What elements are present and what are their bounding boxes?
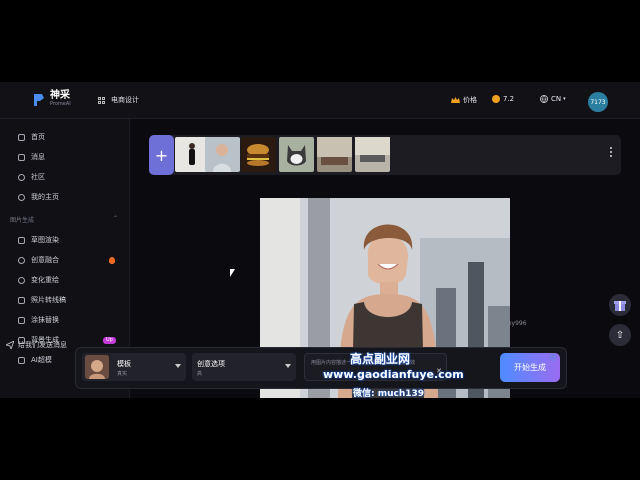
logo-name: 神采 [50, 90, 70, 101]
mouse-cursor-icon [230, 269, 235, 277]
template-thumbnail [85, 355, 109, 379]
sidebar-item-photo-to-line[interactable]: 照片转线稿 [18, 294, 66, 306]
watermark-title: 高点副业网 [350, 352, 411, 366]
feedback-link[interactable]: 给我们发送消息 [6, 340, 67, 350]
sidebar-item-label: 我的主页 [31, 193, 59, 201]
sidebar-item-label: AI超模 [31, 356, 52, 364]
thumb-interior-living[interactable] [355, 137, 390, 172]
chevron-down-icon: ▾ [563, 96, 566, 102]
home-icon [18, 133, 25, 141]
avatar[interactable]: 7173 [588, 92, 608, 112]
watermark-small: xy996 [508, 320, 527, 327]
coin-balance[interactable]: 7.2 [492, 95, 514, 103]
scroll-top-button[interactable]: ⇧ [609, 324, 631, 346]
section-title: 图片生成 [10, 217, 35, 224]
grid-icon [98, 96, 105, 104]
gift-icon [614, 301, 626, 311]
sidebar-item-home[interactable]: 首页 [18, 131, 45, 143]
top-bar: 神采 PromeAI 电商设计 价格 7.2 CN ▾ 7173 [0, 82, 640, 119]
gift-button[interactable] [609, 294, 631, 316]
send-icon [6, 341, 14, 349]
sidebar-item-creative-blend[interactable]: 创意融合 [18, 254, 59, 266]
pricing-link[interactable]: 价格 [451, 95, 477, 105]
logo-icon [34, 94, 44, 106]
watermark-wechat: 微信: much139 [353, 389, 425, 399]
thumb-interior-room[interactable] [317, 137, 352, 172]
sidebar-item-label: 消息 [31, 153, 45, 161]
caret-down-icon [285, 364, 291, 368]
logo-subtitle: PromeAI [50, 101, 71, 107]
creative-option-selector[interactable]: 创意选项 高 [192, 353, 296, 381]
fire-icon [109, 257, 115, 264]
sidebar-item-label: 创意融合 [31, 256, 59, 264]
more-options-icon[interactable] [610, 147, 613, 157]
sidebar-item-ai-model[interactable]: AI超模 [18, 354, 52, 366]
chevron-up-icon: ⌃ [112, 215, 118, 222]
template-portrait [85, 355, 109, 379]
refresh-icon [18, 276, 25, 284]
language-label: CN [551, 95, 562, 103]
sidebar-item-community[interactable]: 社区 [18, 171, 45, 183]
arrow-up-icon: ⇧ [615, 329, 625, 341]
sidebar-item-label: 变化重绘 [31, 276, 59, 284]
coin-icon [492, 95, 500, 103]
sidebar-item-sketch-render[interactable]: 草图渲染 [18, 234, 59, 246]
model-icon [18, 356, 25, 364]
up-badge: Up [103, 337, 116, 344]
blend-icon [18, 256, 25, 264]
sidebar-item-profile[interactable]: 我的主页 [18, 191, 59, 203]
sidebar-item-variation[interactable]: 变化重绘 [18, 274, 59, 286]
crown-icon [451, 96, 460, 103]
room-figure [317, 137, 352, 165]
sidebar-item-label: 社区 [31, 173, 45, 181]
brush-icon [18, 236, 25, 244]
ecommerce-design-link[interactable]: 电商设计 [98, 95, 139, 105]
living-figure [355, 137, 390, 162]
compass-icon [18, 173, 25, 181]
edit-icon [18, 296, 25, 304]
price-label: 价格 [463, 96, 477, 104]
sidebar-item-messages[interactable]: 消息 [18, 151, 45, 163]
sidebar-item-label: 首页 [31, 133, 45, 141]
thumb-husky-dog[interactable] [279, 137, 314, 172]
sidebar-section-image-gen[interactable]: 图片生成 ⌃ [10, 215, 118, 224]
template-selector[interactable]: 模板 真实 [82, 353, 186, 381]
burger-figure [247, 144, 269, 166]
template-value: 真实 [117, 371, 128, 377]
bell-icon [18, 153, 25, 161]
image-history-strip: + [149, 135, 621, 175]
sidebar-item-label: 照片转线稿 [31, 296, 66, 304]
dog-figure [287, 145, 306, 166]
generation-toolbar: 模板 真实 创意选项 高 用图片内容描述一张... 大约10个字... 一般高效… [75, 347, 567, 389]
sidebar-item-label: 草图渲染 [31, 236, 59, 244]
feedback-label: 给我们发送消息 [18, 341, 67, 349]
sidebar-item-inpaint[interactable]: 涂抹替换 [18, 314, 59, 326]
portrait-figure [213, 144, 231, 172]
coin-count: 7.2 [503, 95, 515, 103]
option-label: 创意选项 [197, 360, 225, 368]
sidebar-item-label: 涂抹替换 [31, 316, 59, 324]
template-label: 模板 [117, 360, 131, 368]
globe-icon [540, 95, 548, 103]
user-icon [18, 193, 25, 201]
watermark-url: www.gaodianfuye.com [323, 368, 464, 381]
thumb-burger[interactable] [241, 137, 276, 172]
logo[interactable]: 神采 PromeAI [32, 91, 71, 109]
caret-down-icon [175, 364, 181, 368]
eraser-icon [18, 316, 25, 324]
language-selector[interactable]: CN ▾ [540, 95, 566, 103]
tool-label: 电商设计 [111, 96, 139, 104]
add-image-button[interactable]: + [149, 135, 174, 175]
settings-dot-icon[interactable] [549, 353, 557, 361]
thumb-woman-portrait[interactable] [205, 137, 240, 172]
option-value: 高 [197, 371, 203, 377]
